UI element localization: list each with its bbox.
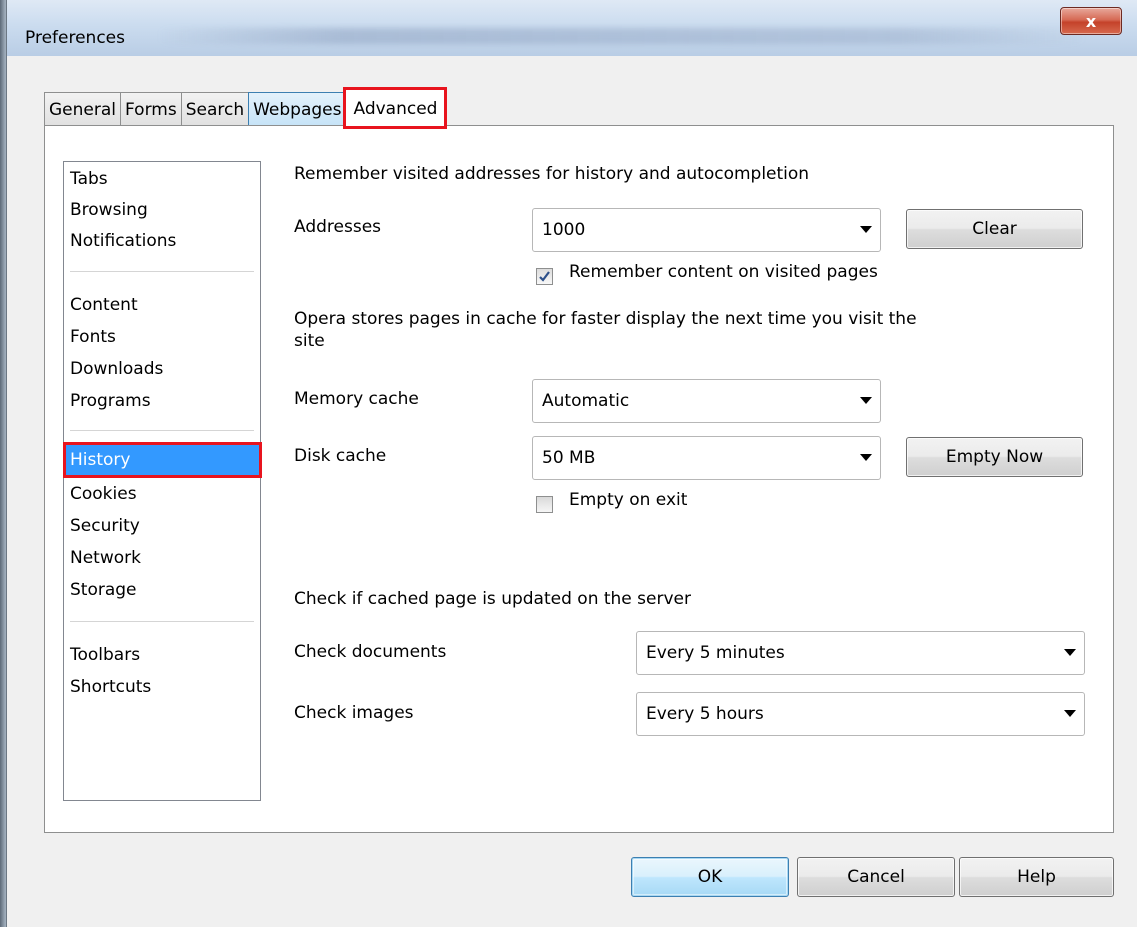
addresses-label: Addresses [294,217,382,237]
close-icon: x [1085,11,1097,31]
advanced-panel: Tabs Browsing Notifications Content Font… [44,125,1114,833]
tab-search[interactable]: Search [180,92,250,127]
cache-heading-line2: site [294,331,325,351]
window-title: Preferences [25,28,125,48]
empty-now-button[interactable]: Empty Now [906,437,1083,477]
sidebar-item-fonts[interactable]: Fonts [70,322,116,352]
sidebar-item-history[interactable]: History [63,442,262,478]
tab-webpages[interactable]: Webpages [248,92,347,127]
check-cached-heading: Check if cached page is updated on the s… [294,589,691,609]
sidebar-item-security[interactable]: Security [70,511,140,541]
check-images-value: Every 5 hours [646,704,764,724]
sidebar-item-shortcuts[interactable]: Shortcuts [70,672,151,702]
sidebar-item-cookies[interactable]: Cookies [70,479,137,509]
sidebar-item-content[interactable]: Content [70,290,138,320]
chevron-down-icon [1064,649,1076,656]
check-documents-dropdown[interactable]: Every 5 minutes [636,631,1085,675]
chevron-down-icon [860,454,872,461]
sidebar-item-programs[interactable]: Programs [70,386,151,416]
sidebar-separator [70,621,254,622]
disk-cache-dropdown[interactable]: 50 MB [532,436,881,480]
addresses-dropdown[interactable]: 1000 [532,208,881,252]
chevron-down-icon [1064,710,1076,717]
check-documents-value: Every 5 minutes [646,643,785,663]
disk-cache-label: Disk cache [294,446,387,466]
sidebar-item-network[interactable]: Network [70,543,141,573]
sidebar-item-notifications[interactable]: Notifications [70,226,176,256]
sidebar-separator [70,271,254,272]
empty-on-exit-label[interactable]: Empty on exit [569,490,687,510]
title-bar[interactable]: Preferences x [7,0,1137,56]
chevron-down-icon [860,397,872,404]
checkmark-icon [539,271,550,282]
clear-button[interactable]: Clear [906,209,1083,249]
remember-addresses-heading: Remember visited addresses for history a… [294,164,810,184]
sidebar-separator [70,430,254,431]
tab-advanced[interactable]: Advanced [343,87,448,129]
memory-cache-label: Memory cache [294,389,419,409]
chevron-down-icon [860,226,872,233]
preferences-dialog: Preferences x General Forms Search Webpa… [6,0,1137,927]
cancel-button[interactable]: Cancel [797,857,955,897]
sidebar-item-storage[interactable]: Storage [70,575,137,605]
remember-content-checkbox[interactable] [536,268,553,285]
ok-button[interactable]: OK [631,857,789,897]
empty-on-exit-checkbox[interactable] [536,496,553,513]
memory-cache-dropdown[interactable]: Automatic [532,379,881,423]
sidebar-item-downloads[interactable]: Downloads [70,354,163,384]
remember-content-label[interactable]: Remember content on visited pages [569,262,878,282]
cache-heading-line1: Opera stores pages in cache for faster d… [294,309,917,329]
addresses-value: 1000 [542,220,586,240]
category-list[interactable]: Tabs Browsing Notifications Content Font… [63,161,262,801]
sidebar-item-tabs[interactable]: Tabs [70,164,108,194]
tab-forms[interactable]: Forms [120,92,182,127]
title-bar-background [157,28,1087,44]
disk-cache-value: 50 MB [542,448,596,468]
check-documents-label: Check documents [294,642,447,662]
help-button[interactable]: Help [959,857,1114,897]
memory-cache-value: Automatic [542,391,630,411]
dialog-client-area: General Forms Search Webpages Advanced T… [7,56,1137,927]
close-button[interactable]: x [1060,7,1122,35]
check-images-label: Check images [294,703,414,723]
tab-bar: General Forms Search Webpages Advanced [44,87,448,129]
sidebar-item-browsing[interactable]: Browsing [70,195,148,225]
sidebar-item-toolbars[interactable]: Toolbars [70,640,140,670]
tab-general[interactable]: General [44,92,121,127]
check-images-dropdown[interactable]: Every 5 hours [636,692,1085,736]
